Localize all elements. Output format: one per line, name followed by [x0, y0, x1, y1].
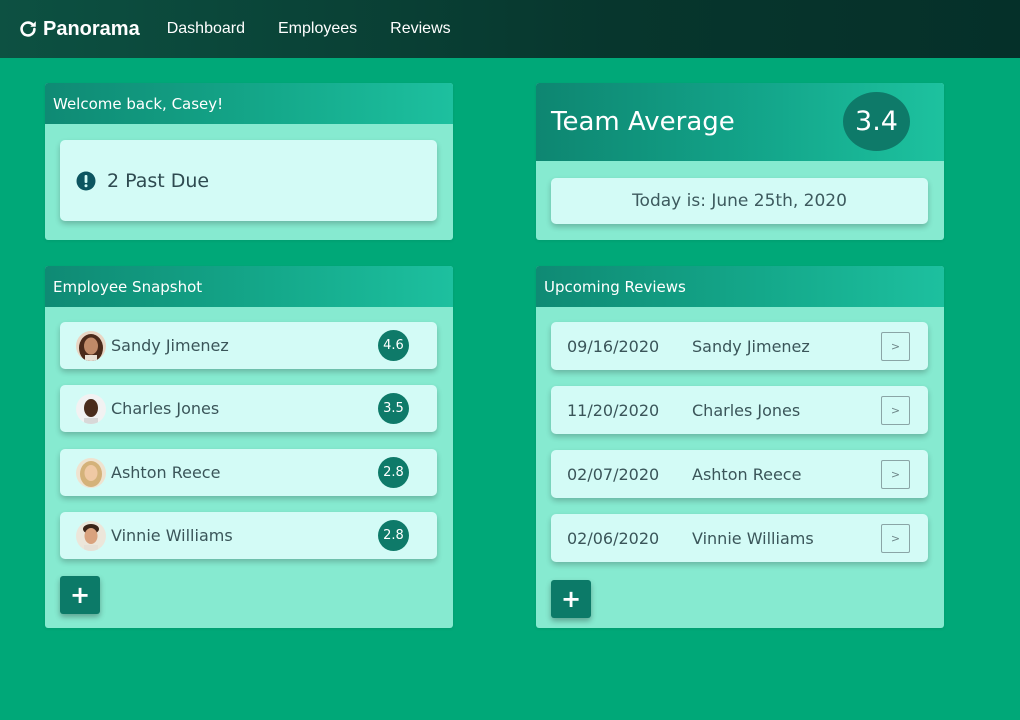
- nav-employees-link[interactable]: Employees: [278, 20, 357, 38]
- past-due-text: 2 Past Due: [107, 169, 210, 192]
- review-employee-name: Sandy Jimenez: [692, 336, 810, 356]
- rating-badge: 4.6: [378, 330, 409, 361]
- avatar: [76, 393, 106, 424]
- nav-reviews-link[interactable]: Reviews: [390, 20, 450, 38]
- avatar: [76, 457, 106, 488]
- employee-name: Ashton Reece: [111, 463, 221, 482]
- review-date: 09/16/2020: [567, 336, 660, 356]
- review-row: 02/06/2020 Vinnie Williams >: [551, 514, 928, 562]
- review-row: 09/16/2020 Sandy Jimenez >: [551, 322, 928, 370]
- rating-badge: 2.8: [378, 457, 409, 488]
- refresh-icon: [20, 21, 36, 37]
- welcome-title: Welcome back, Casey!: [45, 83, 453, 124]
- exclamation-circle-icon: [76, 171, 96, 190]
- review-employee-name: Ashton Reece: [692, 464, 802, 484]
- employee-card[interactable]: Ashton Reece 2.8: [60, 449, 437, 496]
- review-date: 02/07/2020: [567, 464, 660, 484]
- employee-card[interactable]: Sandy Jimenez 4.6: [60, 322, 437, 369]
- employee-name: Vinnie Williams: [111, 526, 233, 545]
- welcome-panel: Welcome back, Casey! 2 Past Due: [45, 83, 453, 240]
- team-average-header: Team Average 3.4: [536, 83, 944, 161]
- rating-badge: 3.5: [378, 393, 409, 424]
- team-average-title: Team Average: [551, 107, 735, 137]
- employee-card[interactable]: Charles Jones 3.5: [60, 385, 437, 432]
- upcoming-reviews-title: Upcoming Reviews: [536, 266, 944, 307]
- today-date-card: Today is: June 25th, 2020: [551, 178, 928, 224]
- brand-logo[interactable]: Panorama: [17, 18, 140, 41]
- employee-name: Charles Jones: [111, 399, 220, 418]
- open-review-button[interactable]: >: [881, 459, 910, 489]
- open-review-button[interactable]: >: [881, 523, 910, 553]
- employee-snapshot-panel: Employee Snapshot Sandy Jimenez 4.6 Char…: [45, 266, 453, 628]
- add-review-button[interactable]: +: [551, 580, 591, 618]
- employee-card[interactable]: Vinnie Williams 2.8: [60, 512, 437, 559]
- rating-badge: 2.8: [378, 520, 409, 551]
- brand-name: Panorama: [43, 17, 140, 40]
- review-date: 11/20/2020: [567, 400, 660, 420]
- team-average-panel: Team Average 3.4 Today is: June 25th, 20…: [536, 83, 944, 240]
- employee-snapshot-title: Employee Snapshot: [45, 266, 453, 307]
- review-employee-name: Charles Jones: [692, 400, 801, 420]
- team-average-badge: 3.4: [843, 92, 910, 151]
- add-employee-button[interactable]: +: [60, 576, 100, 614]
- avatar: [76, 330, 106, 361]
- nav-dashboard-link[interactable]: Dashboard: [167, 20, 245, 38]
- employee-name: Sandy Jimenez: [111, 336, 229, 355]
- open-review-button[interactable]: >: [881, 395, 910, 425]
- review-row: 11/20/2020 Charles Jones >: [551, 386, 928, 434]
- review-row: 02/07/2020 Ashton Reece >: [551, 450, 928, 498]
- avatar: [76, 520, 106, 551]
- upcoming-reviews-panel: Upcoming Reviews 09/16/2020 Sandy Jimene…: [536, 266, 944, 628]
- open-review-button[interactable]: >: [881, 331, 910, 361]
- top-navbar: Panorama Dashboard Employees Reviews: [0, 0, 1020, 58]
- past-due-card[interactable]: 2 Past Due: [60, 140, 437, 221]
- review-employee-name: Vinnie Williams: [692, 528, 814, 548]
- review-date: 02/06/2020: [567, 528, 660, 548]
